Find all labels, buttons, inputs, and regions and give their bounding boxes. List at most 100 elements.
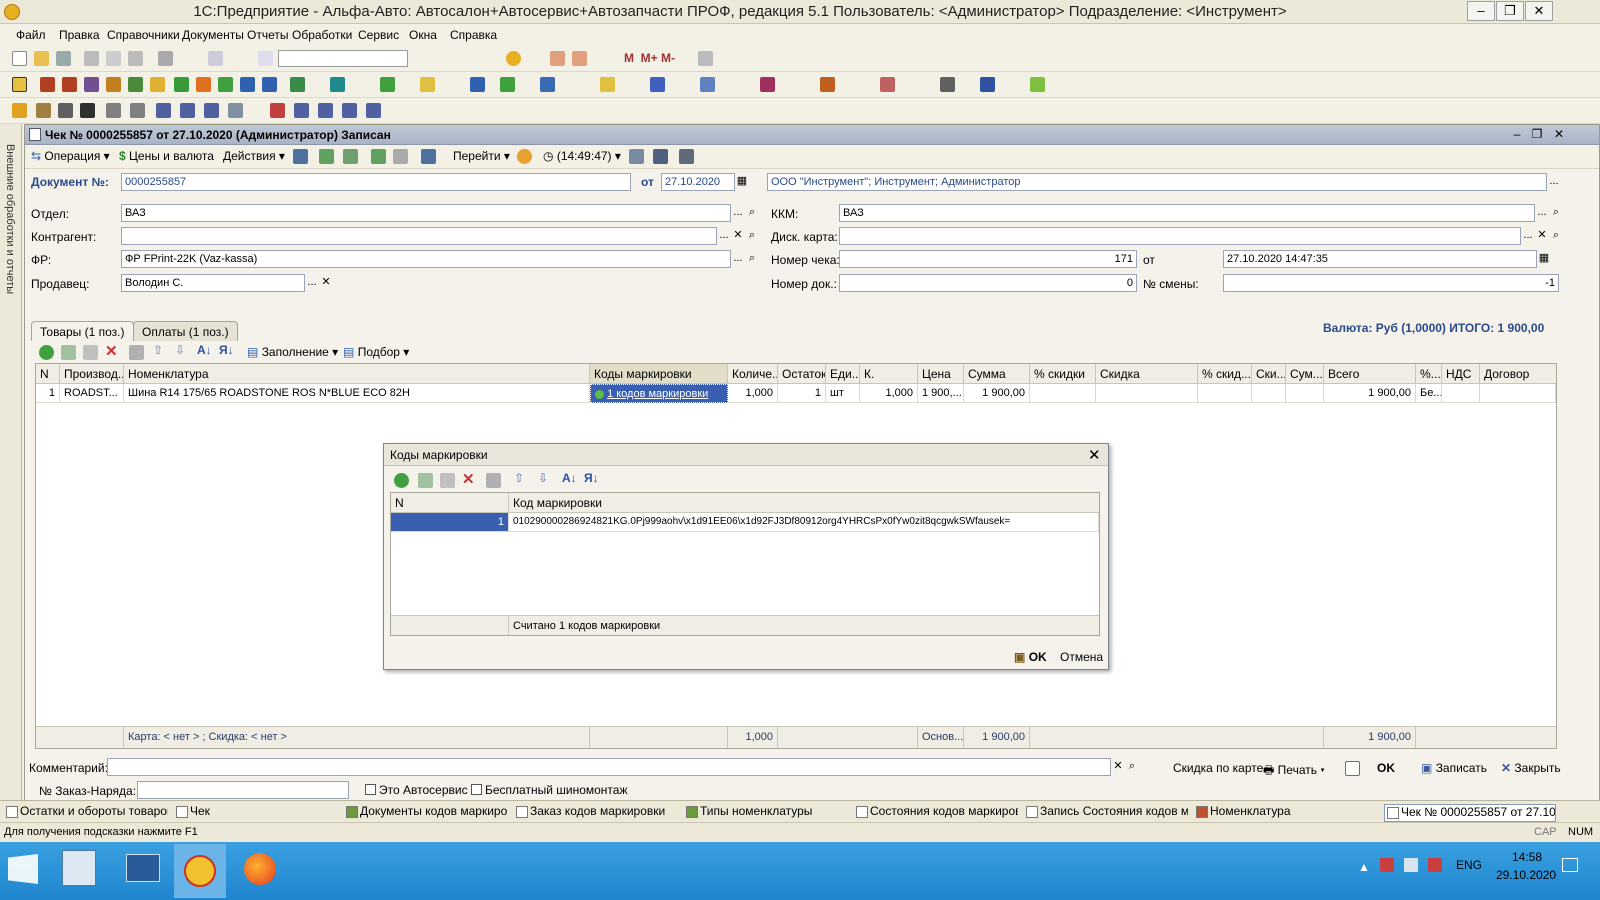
menu-reports[interactable]: Отчеты: [247, 28, 288, 42]
menu-windows[interactable]: Окна: [409, 28, 437, 42]
column-header-discount-percent[interactable]: % скидки: [1030, 364, 1096, 384]
comment-search-icon[interactable]: ⌕: [1125, 758, 1139, 776]
doc-restore-button[interactable]: ❐: [1529, 127, 1545, 141]
cell-maker[interactable]: ROADST...: [60, 384, 124, 403]
seller-select-button[interactable]: ...: [305, 274, 319, 292]
copy-icon[interactable]: [106, 51, 121, 66]
extra-icon-5[interactable]: [106, 103, 121, 118]
menu-catalogs[interactable]: Справочники: [107, 28, 180, 42]
list-icon[interactable]: [679, 149, 694, 164]
receipt-datetime-field[interactable]: 27.10.2020 14:47:35: [1223, 250, 1537, 268]
print-icon[interactable]: [158, 51, 173, 66]
copy-row-icon[interactable]: [61, 345, 76, 360]
column-header-discount-2[interactable]: Ски...: [1252, 364, 1286, 384]
file-explorer-icon[interactable]: [62, 850, 96, 886]
menu-service[interactable]: Сервис: [358, 28, 399, 42]
fr-select-button[interactable]: ...: [731, 250, 745, 268]
fill-button[interactable]: ▤ Заполнение ▾: [247, 345, 338, 359]
column-header-price[interactable]: Цена: [918, 364, 964, 384]
calendar-icon[interactable]: [572, 51, 587, 66]
cell-sum-2[interactable]: [1286, 384, 1324, 403]
column-header-marking-codes[interactable]: Коды маркировки: [590, 364, 728, 384]
comment-clear-icon[interactable]: ✕: [1111, 758, 1125, 776]
dialog-copy-icon[interactable]: [418, 473, 433, 488]
cell-vat-percent[interactable]: Бе...: [1416, 384, 1442, 403]
cell-discount-percent[interactable]: [1030, 384, 1096, 403]
dialog-row-n[interactable]: 1: [391, 513, 509, 532]
dialog-finish-icon[interactable]: [486, 473, 501, 488]
structure-icon[interactable]: [371, 149, 386, 164]
doc-minimize-button[interactable]: –: [1509, 127, 1525, 141]
card-clear-icon[interactable]: ✕: [1535, 227, 1549, 245]
tray-time[interactable]: 14:58: [1512, 850, 1542, 864]
column-header-quantity[interactable]: Количе...: [728, 364, 778, 384]
function-icon-11[interactable]: [240, 77, 255, 92]
add-row-icon[interactable]: [39, 345, 54, 360]
work-order-field[interactable]: [137, 781, 349, 799]
dialog-row-code[interactable]: 010290000286924821KG.0Pj999aohv\x1d91EE0…: [509, 513, 1099, 532]
save-button[interactable]: ▣ Записать: [1421, 761, 1487, 775]
hierarchy-icon[interactable]: [653, 149, 668, 164]
paste-icon[interactable]: [128, 51, 143, 66]
external-processing-panel[interactable]: Внешние обработки и отчеты: [0, 124, 22, 820]
department-field[interactable]: ВАЗ: [121, 204, 731, 222]
move-down-icon[interactable]: ⇩: [175, 343, 185, 357]
notification-icon[interactable]: [1562, 858, 1578, 872]
delete-row-icon[interactable]: ✕: [105, 342, 118, 360]
extra-icon-8[interactable]: [180, 103, 195, 118]
extra-icon-13[interactable]: [318, 103, 333, 118]
receipt-calendar-icon[interactable]: ▦: [1537, 250, 1551, 268]
cell-n[interactable]: 1: [36, 384, 60, 403]
window-tab-nomenclature-types[interactable]: Типы номенклатуры: [684, 804, 848, 822]
post-icon[interactable]: [293, 149, 308, 164]
function-icon-10[interactable]: [218, 77, 233, 92]
window-tab-nomenclature[interactable]: Номенклатура: [1194, 804, 1358, 822]
organization-field[interactable]: ООО "Инструмент"; Инструмент; Администра…: [767, 173, 1547, 191]
firefox-icon[interactable]: [244, 853, 276, 885]
function-icon-6[interactable]: [128, 77, 143, 92]
column-header-unit[interactable]: Еди...: [826, 364, 860, 384]
contractor-select-button[interactable]: ...: [717, 227, 731, 245]
column-header-discount-percent-2[interactable]: % скид...: [1198, 364, 1252, 384]
dialog-column-code[interactable]: Код маркировки: [509, 493, 1099, 513]
dialog-column-n[interactable]: N: [391, 493, 509, 513]
copy-doc-icon[interactable]: [343, 149, 358, 164]
window-tab-code-states[interactable]: Состояния кодов маркиров...: [854, 804, 1018, 822]
powershell-icon[interactable]: [126, 854, 160, 882]
cell-contract[interactable]: [1480, 384, 1556, 403]
document-structure-icon[interactable]: [629, 149, 644, 164]
dialog-cancel-button[interactable]: Отмена: [1060, 650, 1103, 664]
column-header-rest[interactable]: Остаток: [778, 364, 826, 384]
sort-asc-icon[interactable]: A↓: [197, 343, 212, 357]
dollar-icon[interactable]: [174, 77, 189, 92]
dialog-add-icon[interactable]: [394, 473, 409, 488]
function-icon-16[interactable]: [420, 77, 435, 92]
column-header-nomenclature[interactable]: Номенклатура: [124, 364, 590, 384]
column-header-vat-percent[interactable]: %...: [1416, 364, 1442, 384]
function-icon-27[interactable]: [980, 77, 995, 92]
menu-file[interactable]: Файл: [16, 28, 46, 42]
dialog-delete-icon[interactable]: ✕: [462, 470, 475, 488]
cell-unit[interactable]: шт: [826, 384, 860, 403]
cell-discount[interactable]: [1096, 384, 1198, 403]
tray-monitor-icon[interactable]: [1404, 858, 1418, 872]
function-icon-19[interactable]: [540, 77, 555, 92]
close-button[interactable]: ✕: [1525, 1, 1553, 21]
document-no-field[interactable]: 0: [839, 274, 1137, 292]
help-icon[interactable]: [517, 149, 532, 164]
move-up-icon[interactable]: ⇧: [153, 343, 163, 357]
function-icon-23[interactable]: [760, 77, 775, 92]
extra-icon-9[interactable]: [204, 103, 219, 118]
dialog-move-down-icon[interactable]: ⇩: [538, 471, 548, 485]
function-icon-13[interactable]: [290, 77, 305, 92]
extra-icon-7[interactable]: [156, 103, 171, 118]
discount-card-field[interactable]: [839, 227, 1521, 245]
fr-search-icon[interactable]: ⌕: [745, 250, 759, 268]
window-tab-receipt[interactable]: Чек: [174, 804, 338, 822]
menu-processing[interactable]: Обработки: [292, 28, 352, 42]
window-tab-stock-report[interactable]: Остатки и обороты товаров ...: [4, 804, 168, 822]
print-button[interactable]: 🖶 Печать ▾: [1263, 761, 1325, 782]
dialog-sort-desc-icon[interactable]: Я↓: [584, 471, 599, 485]
save-icon[interactable]: [56, 51, 71, 66]
marking-codes-link[interactable]: 1 кодов маркировки: [607, 388, 708, 400]
